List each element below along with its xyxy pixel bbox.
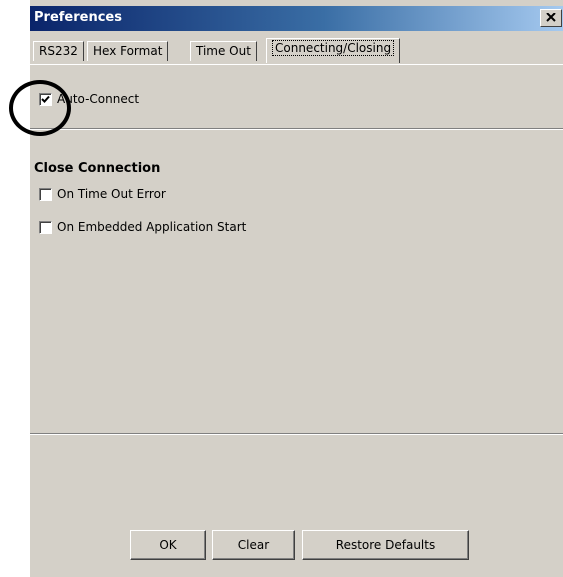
tab-label: Connecting/Closing (272, 40, 395, 56)
window-title: Preferences (34, 10, 122, 25)
tab-time-out[interactable]: Time Out (190, 41, 257, 61)
separator-top (30, 128, 563, 130)
ok-label: OK (159, 538, 177, 552)
clear-button[interactable]: Clear (212, 530, 295, 560)
tab-rs232[interactable]: RS232 (33, 41, 84, 61)
clear-label: Clear (237, 538, 270, 552)
tab-label: Hex Format (93, 44, 163, 58)
tab-strip: RS232 Hex Format Time Out Connecting/Clo… (30, 38, 563, 64)
tab-label: RS232 (39, 44, 78, 58)
tab-label: Time Out (196, 44, 251, 58)
title-bar[interactable]: Preferences (30, 6, 563, 31)
close-button[interactable] (540, 9, 562, 27)
on-timeout-error-checkbox[interactable] (39, 187, 52, 201)
close-connection-heading: Close Connection (34, 161, 161, 176)
on-app-start-checkbox[interactable] (39, 220, 52, 234)
restore-defaults-label: Restore Defaults (335, 538, 436, 552)
close-icon (546, 11, 556, 25)
on-timeout-error-row[interactable]: On Time Out Error (39, 186, 166, 202)
auto-connect-checkbox[interactable] (39, 92, 52, 106)
on-app-start-row[interactable]: On Embedded Application Start (39, 219, 246, 235)
check-mark-icon (41, 95, 50, 103)
on-app-start-label: On Embedded Application Start (57, 220, 247, 234)
tab-hex-format[interactable]: Hex Format (87, 41, 169, 61)
tab-panel-border (30, 64, 563, 65)
separator-bottom (30, 433, 563, 435)
auto-connect-label: Auto-Connect (57, 92, 140, 106)
on-timeout-error-label: On Time Out Error (57, 187, 166, 201)
preferences-dialog: Preferences RS232 Hex Format Time Out Co… (29, 0, 563, 577)
tab-connecting-closing[interactable]: Connecting/Closing (266, 38, 401, 63)
ok-button[interactable]: OK (130, 530, 206, 560)
restore-defaults-button[interactable]: Restore Defaults (302, 530, 469, 560)
auto-connect-row[interactable]: Auto-Connect (39, 91, 139, 107)
